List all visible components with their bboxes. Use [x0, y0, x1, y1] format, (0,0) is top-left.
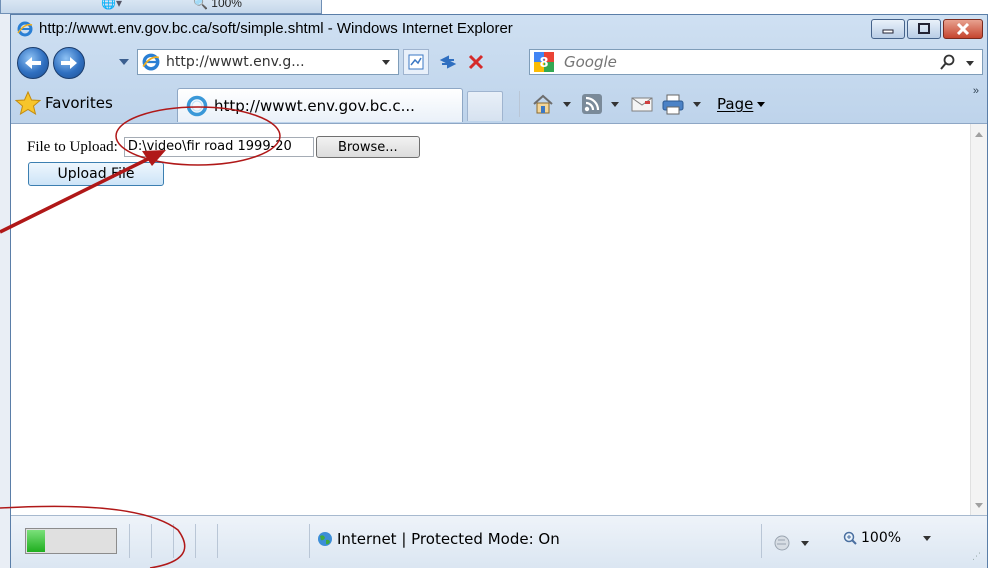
home-dropdown[interactable] — [563, 101, 571, 107]
search-input[interactable] — [564, 53, 924, 71]
google-icon: 8 — [534, 52, 554, 72]
maximize-button[interactable] — [907, 19, 941, 39]
status-separator — [151, 524, 152, 558]
zoom-icon — [843, 531, 857, 545]
security-zone-text: Internet | Protected Mode: On — [337, 530, 560, 548]
protected-mode-globe-icon — [774, 535, 790, 551]
navigation-bar: 8 — [11, 45, 987, 81]
read-mail-button[interactable] — [631, 91, 653, 117]
compatibility-button[interactable] — [403, 49, 429, 75]
page-load-progress — [25, 528, 117, 554]
ie-window: http://wwwt.env.gov.bc.ca/soft/simple.sh… — [10, 14, 988, 568]
zoom-level[interactable]: 100% — [843, 530, 932, 546]
background-window: 🌐▾ 🔍 100% — [0, 0, 322, 14]
mail-icon — [631, 97, 653, 112]
command-bar-overflow-icon[interactable]: » — [973, 85, 979, 97]
status-separator — [217, 524, 218, 558]
protected-mode-dropdown[interactable] — [801, 540, 809, 546]
background-zoom-text: 100% — [211, 0, 242, 10]
recent-pages-dropdown[interactable] — [119, 59, 129, 65]
status-separator — [173, 524, 174, 558]
file-path-input[interactable]: D:\video\fir road 1999-20 — [123, 137, 314, 157]
star-icon — [15, 91, 41, 115]
scroll-down-arrow[interactable] — [975, 503, 983, 508]
minimize-button[interactable] — [871, 19, 905, 39]
compatibility-icon — [408, 54, 424, 70]
status-separator — [761, 524, 762, 558]
refresh-button[interactable] — [435, 49, 461, 75]
loading-icon — [186, 95, 208, 116]
address-input[interactable] — [166, 53, 366, 71]
globe-icon — [318, 532, 332, 546]
zoom-text: 100% — [861, 530, 902, 546]
tab-bar: Favorites http://wwwt.env.gov.bc.c... Pa… — [11, 83, 987, 123]
window-controls — [869, 19, 983, 41]
scroll-up-arrow[interactable] — [975, 132, 983, 137]
protected-mode-button[interactable] — [773, 530, 809, 556]
forward-button[interactable] — [53, 47, 85, 79]
print-dropdown[interactable] — [693, 101, 701, 107]
print-icon — [662, 94, 684, 115]
search-options-dropdown[interactable] — [966, 61, 974, 66]
svg-text:8: 8 — [539, 56, 548, 71]
tab-label: http://wwwt.env.gov.bc.c... — [214, 96, 415, 115]
window-title: http://wwwt.env.gov.bc.ca/soft/simple.sh… — [39, 20, 513, 37]
title-bar[interactable]: http://wwwt.env.gov.bc.ca/soft/simple.sh… — [11, 15, 987, 43]
globe-icon: 🌐▾ — [101, 0, 122, 10]
ie-logo-icon — [17, 21, 33, 37]
stop-button[interactable] — [463, 49, 489, 75]
status-bar: Internet | Protected Mode: On 100% ⋰ — [11, 515, 987, 568]
home-icon — [533, 94, 553, 114]
status-separator — [309, 524, 310, 558]
stop-icon — [468, 54, 484, 70]
vertical-scrollbar[interactable] — [970, 124, 987, 516]
page-menu-arrow — [757, 101, 766, 107]
file-upload-label: File to Upload: — [27, 138, 118, 155]
address-dropdown[interactable] — [382, 60, 390, 65]
feeds-dropdown[interactable] — [611, 101, 619, 107]
close-button[interactable] — [943, 19, 983, 39]
back-icon — [25, 57, 41, 69]
favorites-label: Favorites — [45, 94, 113, 112]
favorites-button[interactable]: Favorites — [15, 87, 113, 119]
address-bar — [137, 49, 399, 75]
feeds-icon — [582, 94, 602, 114]
toolbar-separator — [519, 91, 520, 117]
feeds-button[interactable] — [581, 91, 619, 117]
upload-form: File to Upload: D:\video\fir road 1999-2… — [27, 136, 420, 158]
page-menu[interactable]: Page — [717, 91, 766, 117]
search-icon[interactable] — [940, 54, 956, 70]
page-ie-icon — [142, 53, 160, 71]
close-icon — [956, 23, 970, 35]
background-zoom-level: 🔍 100% — [193, 0, 242, 10]
refresh-icon — [439, 55, 457, 69]
status-separator — [195, 524, 196, 558]
zoom-dropdown[interactable] — [923, 535, 932, 541]
back-button[interactable] — [17, 47, 49, 79]
search-box: 8 — [529, 49, 983, 75]
home-button[interactable] — [531, 91, 571, 117]
resize-grip[interactable]: ⋰ — [972, 551, 981, 562]
browse-button[interactable]: Browse... — [315, 136, 420, 158]
forward-icon — [61, 57, 77, 69]
page-menu-label: Page — [717, 95, 754, 113]
status-separator — [129, 524, 130, 558]
progress-fill — [27, 530, 45, 552]
upload-file-button[interactable]: Upload File — [28, 162, 164, 186]
new-tab-button[interactable] — [467, 91, 503, 121]
maximize-icon — [918, 23, 930, 34]
print-button[interactable] — [661, 91, 701, 117]
minimize-icon — [882, 29, 894, 34]
security-zone[interactable]: Internet | Protected Mode: On — [317, 530, 560, 548]
page-content: File to Upload: D:\video\fir road 1999-2… — [11, 123, 987, 516]
tab-active[interactable]: http://wwwt.env.gov.bc.c... — [177, 88, 463, 122]
